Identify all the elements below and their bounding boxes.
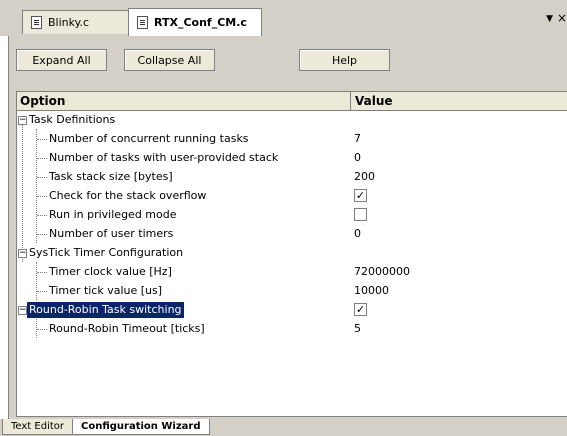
tree-item[interactable]: Number of tasks with user-provided stack… <box>17 149 567 168</box>
expand-all-button[interactable]: Expand All <box>16 49 107 71</box>
group-label: Task Definitions <box>29 113 116 126</box>
tree-group-task-definitions[interactable]: − Task Definitions <box>17 111 567 130</box>
group-label: Round-Robin Task switching <box>27 302 184 318</box>
tree-item[interactable]: Round-Robin Timeout [ticks] 5 <box>17 320 567 339</box>
tree-item[interactable]: Timer clock value [Hz] 72000000 <box>17 263 567 282</box>
tab-configuration-wizard[interactable]: Configuration Wizard <box>72 419 210 435</box>
option-label: Timer tick value [us] <box>49 284 163 297</box>
option-label: Number of concurrent running tasks <box>49 132 249 145</box>
option-label: Number of tasks with user-provided stack <box>49 151 279 164</box>
tree-item[interactable]: Run in privileged mode <box>17 206 567 225</box>
tab-list-dropdown-icon[interactable]: ▼ <box>546 14 553 24</box>
options-grid: Option Value − Task Definitions Number o… <box>16 91 567 417</box>
help-button[interactable]: Help <box>299 49 390 71</box>
c-file-icon <box>137 16 148 29</box>
option-label: Task stack size [bytes] <box>49 170 173 183</box>
option-value[interactable]: 200 <box>354 170 375 183</box>
view-tab-strip: Text Editor Configuration Wizard <box>0 419 567 436</box>
collapse-node-icon[interactable]: − <box>18 306 27 315</box>
tab-label: RTX_Conf_CM.c <box>154 16 247 29</box>
tab-label: Blinky.c <box>48 16 90 29</box>
column-divider[interactable] <box>350 92 351 110</box>
close-tab-icon[interactable]: × <box>557 11 567 25</box>
tree-item[interactable]: Check for the stack overflow ✓ <box>17 187 567 206</box>
tree-group-systick-timer[interactable]: − SysTick Timer Configuration <box>17 244 567 263</box>
tab-text-editor[interactable]: Text Editor <box>2 419 73 435</box>
option-value[interactable]: 72000000 <box>354 265 410 278</box>
option-value[interactable]: 7 <box>354 132 361 145</box>
option-label: Check for the stack overflow <box>49 189 207 202</box>
option-value[interactable]: 0 <box>354 227 361 240</box>
tree-item[interactable]: Number of concurrent running tasks 7 <box>17 130 567 149</box>
option-value[interactable]: 0 <box>354 151 361 164</box>
tree-item[interactable]: Timer tick value [us] 10000 <box>17 282 567 301</box>
option-label: Round-Robin Timeout [ticks] <box>49 322 205 335</box>
option-value[interactable]: 10000 <box>354 284 389 297</box>
round-robin-checkbox[interactable]: ✓ <box>354 303 367 316</box>
tab-rtx-conf-cm-c[interactable]: RTX_Conf_CM.c <box>128 8 262 36</box>
group-label: SysTick Timer Configuration <box>29 246 184 259</box>
editor-tab-strip: Blinky.c RTX_Conf_CM.c ▼ × <box>0 0 567 36</box>
option-label: Number of user timers <box>49 227 174 240</box>
collapse-all-button[interactable]: Collapse All <box>124 49 215 71</box>
option-value[interactable]: 5 <box>354 322 361 335</box>
collapse-node-icon[interactable]: − <box>18 249 27 258</box>
tree-item[interactable]: Task stack size [bytes] 200 <box>17 168 567 187</box>
collapse-node-icon[interactable]: − <box>18 116 27 125</box>
grid-header: Option Value <box>17 92 567 111</box>
option-column-header[interactable]: Option <box>20 94 65 108</box>
tree-item[interactable]: Number of user timers 0 <box>17 225 567 244</box>
tab-blinky-c[interactable]: Blinky.c <box>22 10 130 34</box>
option-label: Timer clock value [Hz] <box>49 265 172 278</box>
c-file-icon <box>31 16 42 29</box>
stack-overflow-checkbox[interactable]: ✓ <box>354 189 367 202</box>
value-column-header[interactable]: Value <box>355 94 393 108</box>
tree-group-round-robin[interactable]: − Round-Robin Task switching ✓ <box>17 301 567 320</box>
privileged-mode-checkbox[interactable] <box>354 208 367 221</box>
option-label: Run in privileged mode <box>49 208 177 221</box>
